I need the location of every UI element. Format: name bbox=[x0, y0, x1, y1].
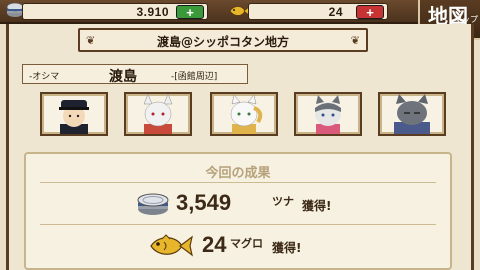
tuna-counter: 3.910 + bbox=[22, 3, 208, 20]
character-portrait-fox-girl[interactable] bbox=[124, 92, 192, 136]
tuna-reward-row: 3,549 ツナ 獲得! bbox=[26, 190, 454, 218]
result-panel: 今回の成果 3,549 ツナ 獲得! 24 マグロ 獲得! bbox=[24, 152, 452, 270]
character-portrait-gray-cat[interactable] bbox=[294, 92, 362, 136]
fish-reward-row: 24 マグロ 獲得! bbox=[26, 232, 454, 260]
fish-counter: 24 + bbox=[248, 3, 388, 20]
tuna-reward-unit: ツナ bbox=[272, 195, 294, 208]
character-portrait-gray-elder[interactable] bbox=[378, 92, 446, 136]
island-reading: -オシマ bbox=[29, 72, 60, 82]
divider bbox=[40, 224, 436, 225]
add-fish-button[interactable]: + bbox=[356, 5, 384, 19]
gray-cat-elder-icon bbox=[394, 94, 430, 134]
white-fox-girl-icon bbox=[143, 94, 173, 134]
fish-reward-amount: 24 bbox=[202, 232, 227, 257]
fish-count: 24 bbox=[328, 5, 343, 19]
tuna-reward-amount: 3,549 bbox=[176, 190, 232, 215]
top-bar: 3.910 + 24 + bbox=[0, 0, 480, 24]
result-title: 今回の成果 bbox=[205, 166, 271, 181]
island-area: -[函館周辺] bbox=[171, 72, 218, 82]
ornament-icon: ❦ bbox=[350, 34, 360, 47]
tuna-count: 3.910 bbox=[136, 5, 169, 19]
island-name: 渡島 bbox=[109, 69, 137, 85]
boy-with-cap-icon bbox=[59, 100, 89, 134]
island-label: -オシマ 渡島 -[函館周辺] bbox=[22, 64, 248, 85]
tuna-reward-label: 獲得! bbox=[302, 199, 332, 213]
title-plate: ❦ 渡島@シッポコタン地方 ❦ bbox=[78, 28, 368, 52]
white-cat-girl-icon bbox=[230, 94, 263, 134]
character-portrait-boy[interactable] bbox=[40, 92, 108, 136]
fish-icon bbox=[148, 233, 194, 263]
fish-reward-unit: マグロ bbox=[230, 237, 263, 250]
character-portrait-white-cat[interactable] bbox=[210, 92, 278, 136]
gray-cat-girl-icon bbox=[315, 95, 341, 134]
divider bbox=[40, 182, 436, 183]
add-tuna-button[interactable]: + bbox=[176, 5, 204, 19]
fish-reward-label: 獲得! bbox=[272, 241, 302, 255]
fish-icon bbox=[228, 3, 251, 22]
tuna-can-icon bbox=[136, 191, 170, 221]
page-title: 渡島@シッポコタン地方 bbox=[156, 35, 289, 49]
